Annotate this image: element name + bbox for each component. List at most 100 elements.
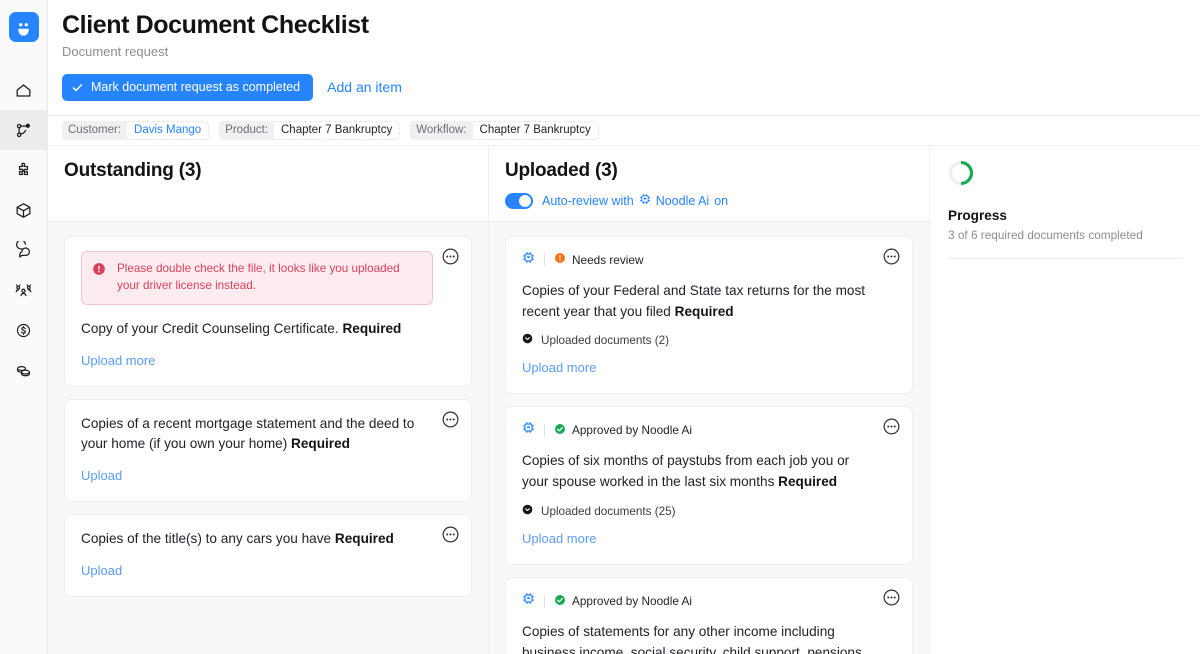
warning-circle-icon	[554, 252, 566, 267]
auto-review-toggle[interactable]	[505, 193, 533, 209]
header-actions: Mark document request as completed Add a…	[62, 74, 1184, 115]
ai-chip-icon	[522, 592, 535, 610]
outstanding-card-2-desc-text: Copies of a recent mortgage statement an…	[81, 416, 414, 452]
mark-completed-button[interactable]: Mark document request as completed	[62, 74, 313, 101]
progress-subtitle: 3 of 6 required documents completed	[948, 228, 1182, 242]
uploaded-card-1-description: Copies of your Federal and State tax ret…	[522, 281, 896, 323]
check-circle-icon	[554, 594, 566, 609]
uploaded-card-1: Needs review Copies of your Federal and …	[505, 236, 913, 395]
uploaded-card-2-status-row: Approved by Noodle Ai	[522, 421, 896, 439]
chip-customer-value[interactable]: Davis Mango	[127, 121, 209, 140]
breadcrumb: Customer: Davis Mango Product: Chapter 7…	[48, 115, 1200, 146]
outstanding-card-3: Copies of the title(s) to any cars you h…	[64, 514, 472, 597]
ai-chip-icon	[522, 251, 535, 269]
upload-more-link[interactable]: Upload more	[522, 531, 596, 546]
toggle-knob	[519, 195, 531, 207]
ai-chip-icon	[639, 193, 651, 208]
upload-link[interactable]: Upload	[81, 468, 122, 483]
app-root: Client Document Checklist Document reque…	[0, 0, 1200, 654]
progress-panel: Progress 3 of 6 required documents compl…	[930, 146, 1200, 259]
sidebar-item-home[interactable]	[0, 70, 48, 110]
status-badge: Approved by Noodle Ai	[554, 423, 692, 438]
status-badge-label: Approved by Noodle Ai	[572, 594, 692, 608]
uploaded-list[interactable]: Needs review Copies of your Federal and …	[489, 221, 929, 654]
uploaded-documents-toggle[interactable]: Uploaded documents (2)	[522, 333, 896, 347]
chip-workflow-key: Workflow:	[410, 121, 472, 140]
more-options-icon[interactable]	[441, 247, 460, 266]
chip-product[interactable]: Product: Chapter 7 Bankruptcy	[219, 121, 400, 140]
status-divider	[544, 424, 545, 437]
uploaded-card-2-description: Copies of six months of paystubs from ea…	[522, 451, 896, 493]
chip-product-key: Product:	[219, 121, 274, 140]
status-badge-label: Needs review	[572, 253, 643, 267]
more-options-icon[interactable]	[441, 410, 460, 429]
upload-more-link[interactable]: Upload more	[522, 360, 596, 375]
progress-divider	[948, 258, 1182, 259]
uploaded-card-1-required-badge: Required	[675, 304, 734, 319]
progress-ring-icon	[948, 160, 974, 186]
outstanding-card-2-required-badge: Required	[291, 436, 350, 451]
outstanding-list[interactable]: Please double check the file, it looks l…	[48, 221, 488, 654]
column-progress: Progress 3 of 6 required documents compl…	[930, 146, 1200, 654]
uploaded-card-3-status-row: Approved by Noodle Ai	[522, 592, 896, 610]
outstanding-card-3-required-badge: Required	[335, 531, 394, 546]
chip-workflow-value[interactable]: Chapter 7 Bankruptcy	[473, 121, 599, 140]
page-title: Client Document Checklist	[62, 10, 1184, 40]
sidebar-item-workflows[interactable]	[0, 110, 48, 150]
sidebar-item-contacts[interactable]	[0, 270, 48, 310]
upload-more-link[interactable]: Upload more	[81, 353, 155, 368]
uploaded-card-3-description: Copies of statements for any other incom…	[522, 622, 896, 654]
uploaded-card-2-required-badge: Required	[778, 474, 837, 489]
upload-link[interactable]: Upload	[81, 563, 122, 578]
outstanding-card-2-description: Copies of a recent mortgage statement an…	[81, 414, 455, 456]
sidebar-item-integrations[interactable]	[0, 150, 48, 190]
chip-product-value[interactable]: Chapter 7 Bankruptcy	[274, 121, 400, 140]
check-icon	[71, 81, 84, 94]
auto-review-label: Auto-review with Noodle Ai on	[542, 193, 728, 208]
outstanding-title: Outstanding (3)	[64, 160, 472, 182]
progress-title: Progress	[948, 208, 1182, 223]
column-outstanding: Outstanding (3) Please double check the …	[48, 146, 489, 654]
uploaded-card-2: Approved by Noodle Ai Copies of six mont…	[505, 406, 913, 565]
more-options-icon[interactable]	[882, 417, 901, 436]
collapse-circle-icon	[522, 504, 533, 518]
more-options-icon[interactable]	[441, 525, 460, 544]
mark-completed-label: Mark document request as completed	[91, 80, 300, 94]
error-alert: Please double check the file, it looks l…	[81, 251, 433, 305]
more-options-icon[interactable]	[882, 247, 901, 266]
outstanding-card-1-desc-text: Copy of your Credit Counseling Certifica…	[81, 321, 339, 336]
auto-review-prefix: Auto-review with	[542, 194, 634, 208]
smiley-logo-icon[interactable]	[9, 12, 39, 42]
left-nav-rail	[0, 0, 48, 654]
outstanding-header: Outstanding (3)	[48, 146, 488, 221]
chip-customer-key: Customer:	[62, 121, 127, 140]
error-circle-icon	[92, 262, 106, 281]
auto-review-suffix: on	[714, 194, 728, 208]
more-options-icon[interactable]	[882, 588, 901, 607]
sidebar-item-messages[interactable]	[0, 230, 48, 270]
outstanding-card-3-desc-text: Copies of the title(s) to any cars you h…	[81, 531, 331, 546]
outstanding-card-1-required-badge: Required	[342, 321, 401, 336]
auto-review-row: Auto-review with Noodle Ai on	[505, 193, 913, 221]
sidebar-item-products[interactable]	[0, 190, 48, 230]
status-badge: Approved by Noodle Ai	[554, 594, 692, 609]
status-badge: Needs review	[554, 252, 643, 267]
status-divider	[544, 595, 545, 608]
sidebar-item-billing[interactable]	[0, 310, 48, 350]
chip-workflow[interactable]: Workflow: Chapter 7 Bankruptcy	[410, 121, 599, 140]
ai-chip-icon	[522, 421, 535, 439]
uploaded-title: Uploaded (3)	[505, 160, 913, 182]
uploaded-card-1-status-row: Needs review	[522, 251, 896, 269]
uploaded-card-3: Approved by Noodle Ai Copies of statemen…	[505, 577, 913, 654]
chip-customer[interactable]: Customer: Davis Mango	[62, 121, 209, 140]
page-header: Client Document Checklist Document reque…	[48, 0, 1200, 146]
status-divider	[544, 253, 545, 266]
uploaded-documents-toggle[interactable]: Uploaded documents (25)	[522, 504, 896, 518]
sidebar-item-payments[interactable]	[0, 350, 48, 390]
add-an-item-link[interactable]: Add an item	[327, 79, 402, 95]
outstanding-card-2: Copies of a recent mortgage statement an…	[64, 399, 472, 503]
collapse-circle-icon	[522, 333, 533, 347]
status-badge-label: Approved by Noodle Ai	[572, 423, 692, 437]
column-uploaded: Uploaded (3) Auto-review with Noodle Ai …	[489, 146, 930, 654]
outstanding-card-1: Please double check the file, it looks l…	[64, 236, 472, 387]
